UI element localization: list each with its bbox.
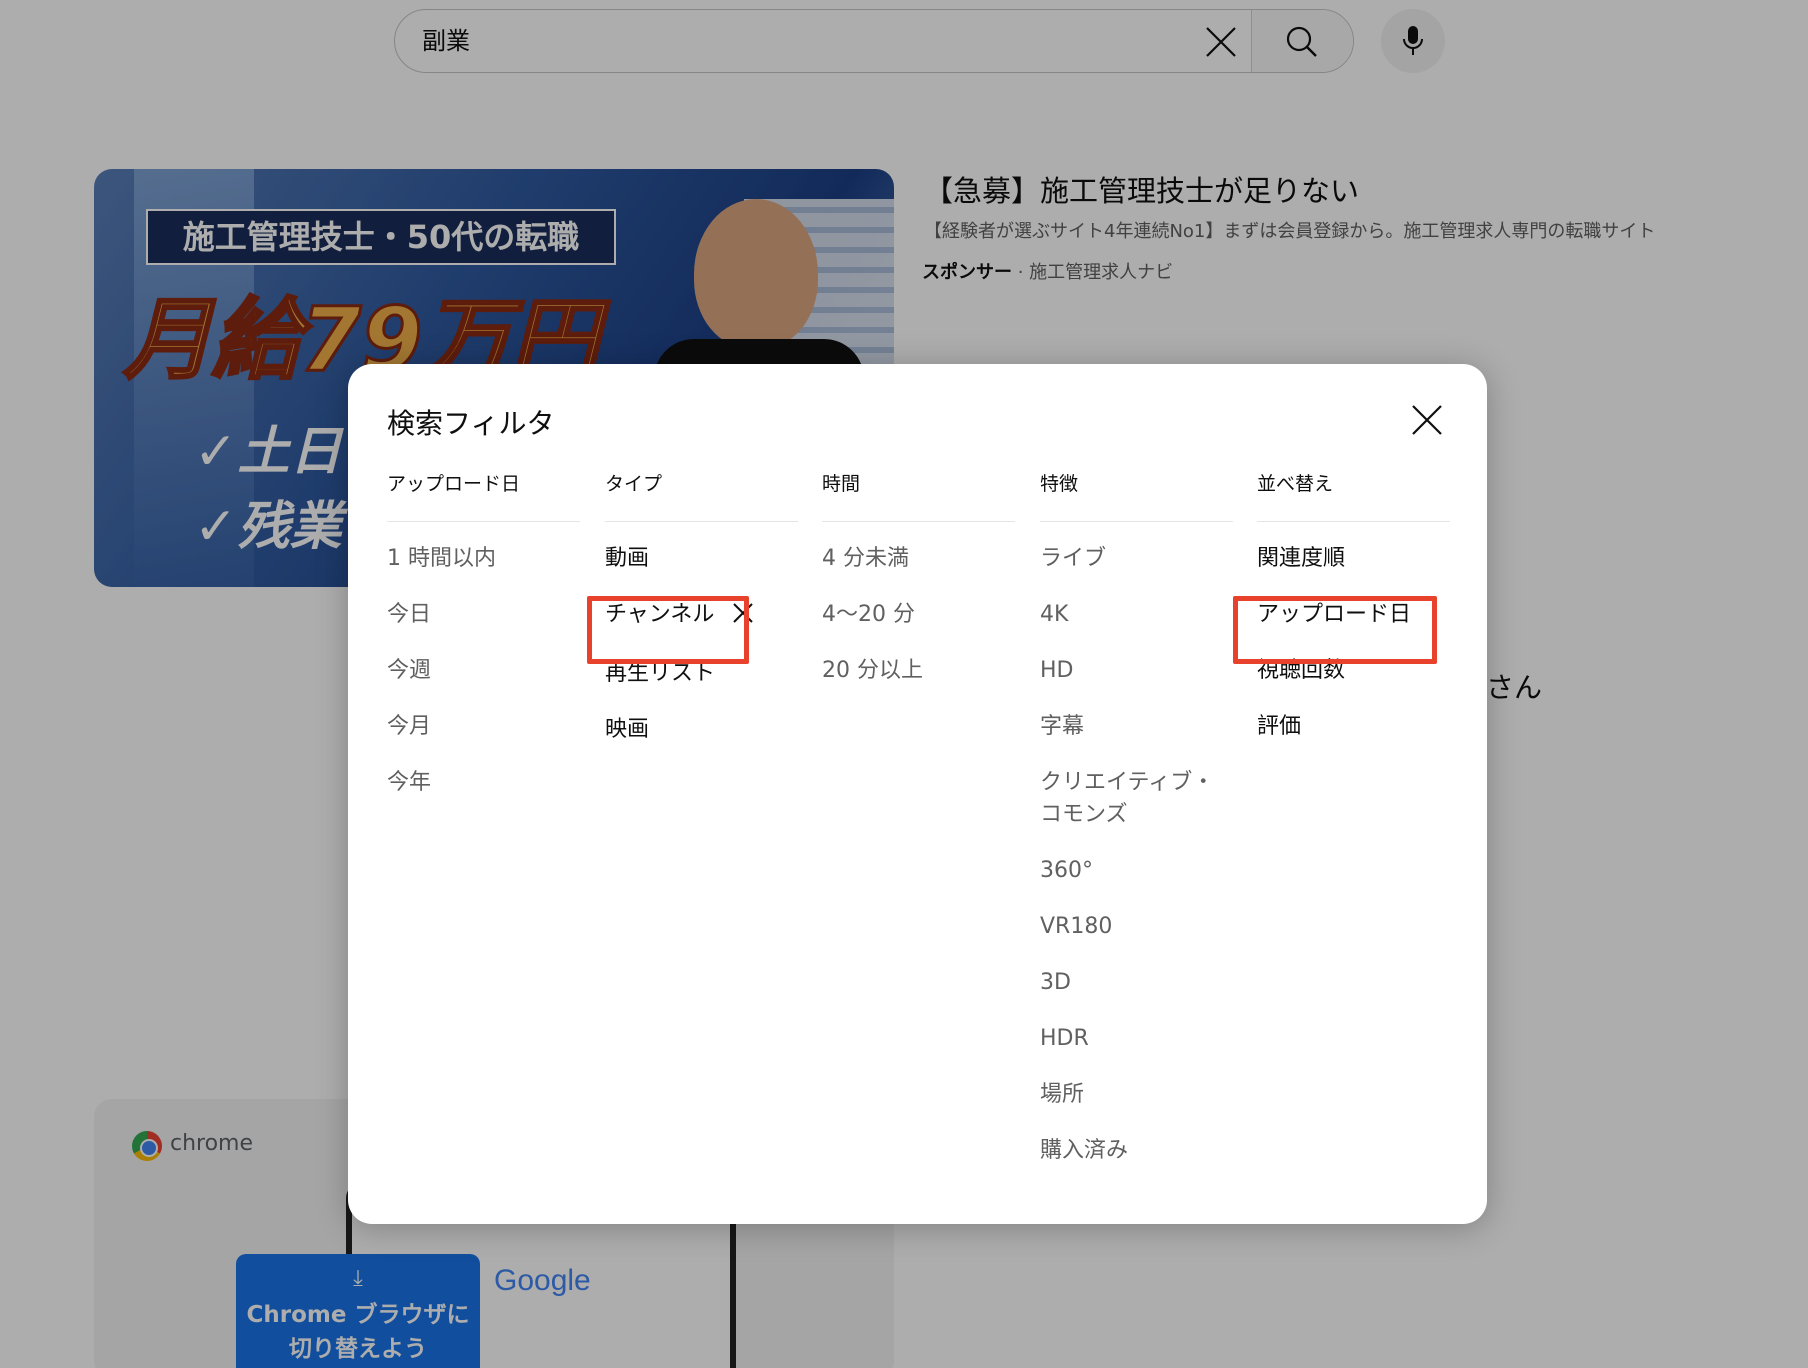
- column-header: アップロード日: [387, 472, 580, 522]
- filter-option[interactable]: 20 分以上: [822, 655, 1015, 687]
- filter-option[interactable]: 購入済み: [1040, 1135, 1233, 1167]
- filter-option[interactable]: 場所: [1040, 1079, 1233, 1111]
- filter-column-type: タイプ 動画 チャンネル 再生リスト 映画: [605, 472, 798, 770]
- filter-column-duration: 時間 4 分未満 4〜20 分 20 分以上: [822, 472, 1015, 711]
- column-header: 時間: [822, 472, 1015, 522]
- sort-option[interactable]: 視聴回数: [1257, 655, 1450, 687]
- search-filter-dialog: 検索フィルタ アップロード日 1 時間以内 今日 今週 今月 今年 タイプ 動画…: [348, 364, 1487, 1224]
- filter-option-active[interactable]: チャンネル: [605, 599, 798, 634]
- filter-option-label: チャンネル: [605, 602, 715, 627]
- filter-option[interactable]: 動画: [605, 543, 798, 575]
- filter-option[interactable]: 字幕: [1040, 711, 1233, 743]
- sort-option[interactable]: 関連度順: [1257, 543, 1450, 575]
- filter-option[interactable]: 今日: [387, 599, 580, 631]
- filter-option[interactable]: 4 分未満: [822, 543, 1015, 575]
- column-header: 並べ替え: [1257, 472, 1450, 522]
- filter-option[interactable]: 4K: [1040, 599, 1233, 631]
- filter-option[interactable]: 3D: [1040, 967, 1233, 999]
- dialog-title: 検索フィルタ: [387, 407, 555, 440]
- filter-option[interactable]: 今月: [387, 711, 580, 743]
- filter-option[interactable]: 4〜20 分: [822, 599, 1015, 631]
- filter-option[interactable]: 映画: [605, 714, 798, 746]
- filter-column-upload-date: アップロード日 1 時間以内 今日 今週 今月 今年: [387, 472, 580, 823]
- filter-option[interactable]: 今年: [387, 767, 580, 799]
- filter-option[interactable]: VR180: [1040, 911, 1233, 943]
- filter-option[interactable]: ライブ: [1040, 543, 1233, 575]
- filter-option[interactable]: HDR: [1040, 1023, 1233, 1055]
- filter-option[interactable]: 1 時間以内: [387, 543, 580, 575]
- filter-option[interactable]: HD: [1040, 655, 1233, 687]
- filter-option[interactable]: クリエイティブ・コモンズ: [1040, 767, 1220, 831]
- sort-option-active[interactable]: アップロード日: [1257, 599, 1450, 631]
- filter-column-sort: 並べ替え 関連度順 アップロード日 視聴回数 評価: [1257, 472, 1450, 767]
- sort-option[interactable]: 評価: [1257, 711, 1450, 743]
- filter-option[interactable]: 360°: [1040, 855, 1233, 887]
- remove-filter-icon[interactable]: [732, 602, 754, 634]
- column-header: 特徴: [1040, 472, 1233, 522]
- column-header: タイプ: [605, 472, 798, 522]
- filter-option[interactable]: 再生リスト: [605, 658, 798, 690]
- close-icon[interactable]: [1409, 402, 1445, 438]
- filter-option[interactable]: 今週: [387, 655, 580, 687]
- filter-column-features: 特徴 ライブ 4K HD 字幕 クリエイティブ・コモンズ 360° VR180 …: [1040, 472, 1233, 1191]
